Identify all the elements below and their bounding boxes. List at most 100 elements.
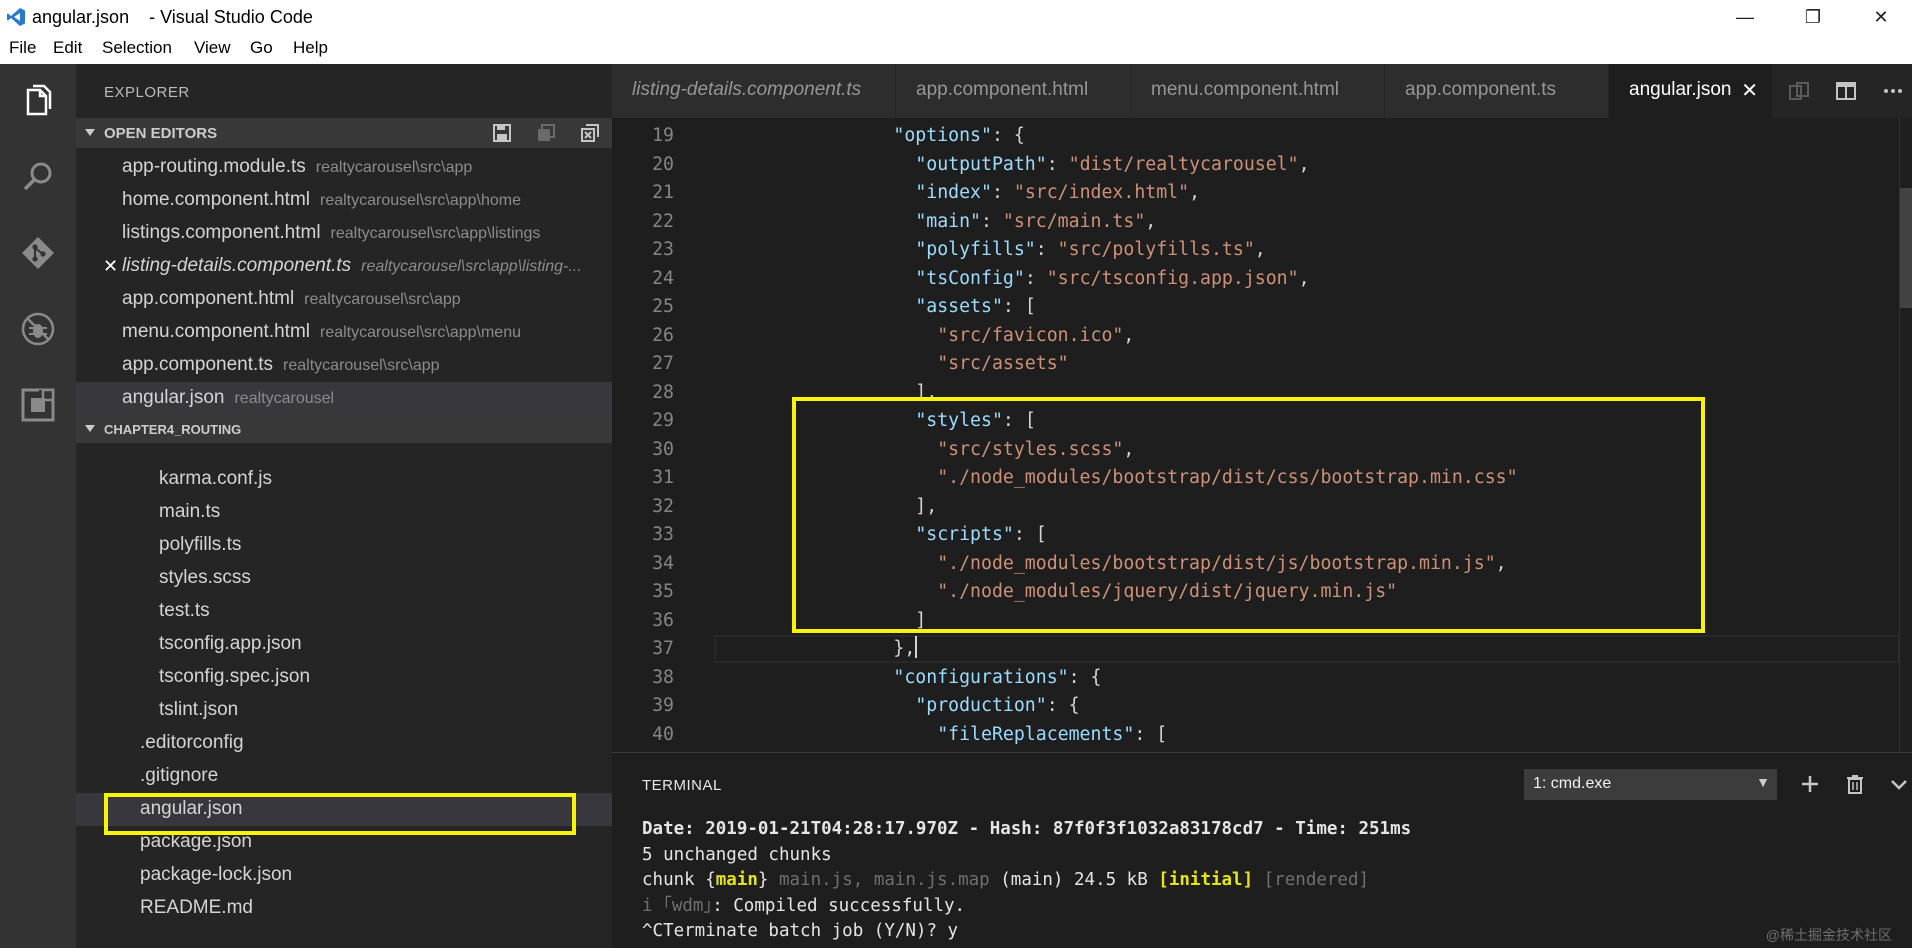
tab-menu-component-html[interactable]: menu.component.html — [1131, 64, 1385, 118]
code-editor[interactable]: 19 "options": {20 "outputPath": "dist/re… — [612, 118, 1912, 752]
close-editor-icon[interactable]: ✕ — [103, 256, 118, 277]
open-editor-path: realtycarousel — [234, 390, 335, 407]
minimize-button[interactable]: — — [1722, 0, 1768, 34]
json-key-token: "assets" — [915, 296, 1003, 317]
restore-button[interactable]: ❐ — [1790, 0, 1836, 34]
open-editor-path: realtycarousel\src\app\menu — [320, 324, 521, 341]
json-string-token: "src/index.html" — [1013, 182, 1190, 203]
close-window-button[interactable]: ✕ — [1858, 0, 1904, 34]
split-editor-icon[interactable] — [1835, 80, 1857, 102]
open-editor-item[interactable]: listings.component.html realtycarousel\sr… — [76, 217, 612, 250]
tab-listing-details[interactable]: listing-details.component.ts — [612, 64, 896, 118]
menu-help[interactable]: Help — [293, 38, 328, 58]
debug-icon[interactable] — [19, 310, 57, 348]
file-tree-item[interactable]: tsconfig.app.json — [76, 628, 612, 661]
tab-label: angular.json — [1629, 79, 1732, 100]
tab-app-component-html[interactable]: app.component.html — [896, 64, 1131, 118]
file-tree-item[interactable]: tslint.json — [76, 694, 612, 727]
open-editor-item[interactable]: menu.component.html realtycarousel\src\ap… — [76, 316, 612, 349]
chevron-down-icon — [85, 425, 95, 432]
search-icon[interactable] — [19, 158, 57, 196]
line-number: 24 — [652, 267, 674, 289]
editor-scrollbar-thumb[interactable] — [1900, 188, 1912, 308]
file-tree-item[interactable]: package-lock.json — [76, 859, 612, 892]
punctuation-token: : { — [1068, 666, 1102, 688]
file-tree-item[interactable]: .gitignore — [76, 760, 612, 793]
file-tree-item[interactable]: .editorconfig — [76, 727, 612, 760]
menu-file[interactable]: File — [9, 38, 36, 58]
files-icon[interactable] — [19, 82, 57, 120]
open-editor-item[interactable]: app-routing.module.ts realtycarousel\src\… — [76, 151, 612, 184]
punctuation-token: , — [1254, 239, 1266, 260]
code-text: "production": { — [762, 692, 1079, 721]
open-editors-header[interactable]: OPEN EDITORS — [76, 118, 612, 148]
tab-close-icon[interactable]: ✕ — [1741, 78, 1758, 103]
line-number: 35 — [652, 581, 674, 602]
vscode-logo-icon — [7, 8, 25, 26]
save-all-icon[interactable] — [492, 123, 512, 143]
terminal-text: : Compiled successfully. — [712, 895, 966, 916]
punctuation-token: : — [991, 182, 1014, 203]
code-line: 24 "tsConfig": "src/tsconfig.app.json", — [612, 265, 1902, 294]
open-editor-item[interactable]: home.component.html realtycarousel\src\ap… — [76, 184, 612, 217]
menu-selection[interactable]: Selection — [102, 38, 172, 58]
file-tree-item[interactable]: tsconfig.spec.json — [76, 661, 612, 694]
punctuation-token — [762, 353, 937, 374]
terminal-text: [rendered] — [1263, 870, 1370, 890]
code-text: "main": "src/main.ts", — [762, 208, 1156, 237]
file-tree-item[interactable]: styles.scss — [76, 562, 612, 595]
line-number: 29 — [652, 410, 674, 431]
extensions-icon[interactable] — [19, 386, 57, 424]
file-tree-item[interactable]: main.ts — [76, 496, 612, 529]
menu-view[interactable]: View — [194, 38, 231, 58]
open-editor-path: realtycarousel\src\app — [304, 291, 461, 308]
open-editor-path: realtycarousel\src\app\listings — [330, 225, 541, 242]
open-editor-item-active[interactable]: angular.json realtycarousel — [76, 382, 612, 415]
panel-title[interactable]: TERMINAL — [642, 777, 722, 794]
text-cursor — [915, 636, 918, 658]
code-line: 38 "configurations": { — [612, 664, 1902, 693]
chevron-down-icon[interactable] — [1888, 773, 1910, 795]
line-number: 19 — [652, 125, 674, 146]
open-editor-name: listings.component.html — [122, 222, 321, 243]
file-tree-item[interactable]: karma.conf.js — [76, 463, 612, 496]
file-name: karma.conf.js — [159, 468, 272, 489]
editor-tab-bar: listing-details.component.ts app.compone… — [612, 64, 1912, 118]
close-all-icon[interactable] — [536, 123, 556, 143]
code-text: "src/assets" — [762, 350, 1068, 379]
line-number: 22 — [652, 210, 674, 232]
punctuation-token — [762, 325, 937, 346]
source-control-icon[interactable] — [19, 234, 57, 272]
file-tree-item[interactable]: polyfills.ts — [76, 529, 612, 562]
line-number: 23 — [652, 239, 674, 260]
punctuation-token — [762, 154, 915, 175]
punctuation-token — [762, 268, 915, 289]
terminal-line: 5 unchanged chunks — [642, 843, 832, 868]
file-tree-item[interactable]: test.ts — [76, 595, 612, 628]
menu-go[interactable]: Go — [250, 38, 273, 58]
add-terminal-icon[interactable] — [1799, 773, 1821, 795]
more-actions-icon[interactable] — [1882, 80, 1904, 102]
code-line: 26 "src/favicon.ico", — [612, 322, 1902, 351]
menu-edit[interactable]: Edit — [53, 38, 82, 58]
terminal-text: [initial] — [1158, 870, 1254, 890]
open-changes-icon[interactable] — [1788, 80, 1810, 102]
tab-angular-json[interactable]: angular.json ✕ — [1609, 64, 1773, 118]
tab-app-component-ts[interactable]: app.component.ts — [1385, 64, 1609, 118]
open-editor-item[interactable]: ✕ listing-details.component.ts realtycaro… — [76, 250, 612, 283]
json-key-token: "outputPath" — [915, 153, 1047, 175]
punctuation-token: }, — [762, 638, 916, 659]
code-line: 37 }, — [612, 635, 1902, 664]
highlight-annotation-box — [792, 397, 1705, 633]
terminal-line: Date: 2019-01-21T04:28:17.970Z - Hash: 8… — [642, 817, 1411, 842]
open-editor-item[interactable]: app.component.ts realtycarousel\src\app — [76, 349, 612, 382]
trash-icon[interactable] — [1844, 773, 1866, 795]
json-key-token: "production" — [915, 695, 1047, 716]
code-line: 27 "src/assets" — [612, 350, 1902, 379]
open-editor-item[interactable]: app.component.html realtycarousel\src\app — [76, 283, 612, 316]
line-number: 36 — [652, 609, 674, 631]
project-folder-header[interactable]: CHAPTER4_ROUTING — [76, 415, 612, 443]
file-tree-item[interactable]: README.md — [76, 892, 612, 925]
terminal-select[interactable]: 1: cmd.exe ▼ — [1524, 769, 1777, 800]
collapse-icon[interactable] — [580, 123, 600, 143]
